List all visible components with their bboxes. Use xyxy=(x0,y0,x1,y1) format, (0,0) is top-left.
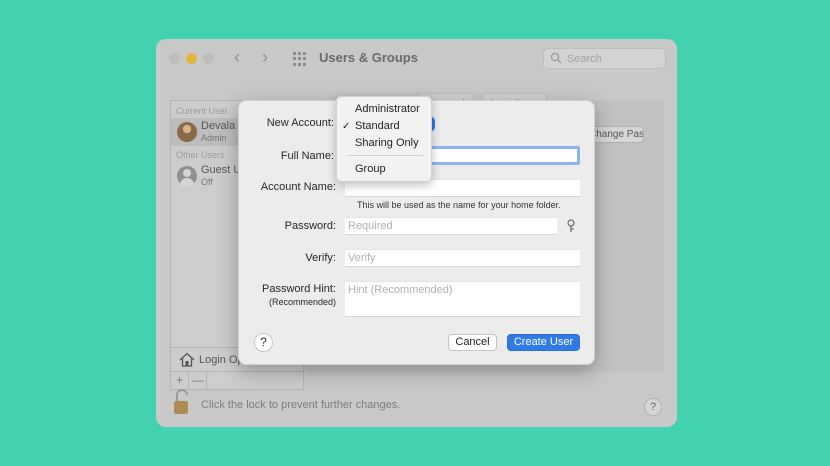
verify-placeholder: Verify xyxy=(348,252,376,264)
search-placeholder: Search xyxy=(567,53,602,65)
other-users-header: Other Users xyxy=(176,150,225,160)
remove-user-button[interactable]: — xyxy=(189,372,207,389)
password-label: Password: xyxy=(284,220,336,232)
zoom-window-button[interactable] xyxy=(203,53,214,64)
add-user-button[interactable]: + xyxy=(171,372,189,389)
house-icon xyxy=(179,352,195,367)
menu-item-group[interactable]: Group xyxy=(355,163,386,175)
back-arrow-icon[interactable]: ‹ xyxy=(234,47,240,68)
account-name-label: Account Name: xyxy=(260,181,336,193)
password-input[interactable]: Required xyxy=(345,217,557,235)
password-hint-placeholder: Hint (Recommended) xyxy=(348,284,453,296)
new-account-label: New Account: xyxy=(266,117,334,129)
checkmark-icon: ✓ xyxy=(342,121,351,132)
full-name-input[interactable] xyxy=(428,146,580,165)
window-help-button[interactable]: ? xyxy=(644,398,662,416)
sheet-help-button[interactable]: ? xyxy=(254,333,273,352)
show-all-grid-icon[interactable] xyxy=(293,52,307,66)
sidebar-controls: + — xyxy=(170,372,304,390)
verify-label: Verify: xyxy=(305,252,336,264)
window-title: Users & Groups xyxy=(319,50,418,65)
search-icon xyxy=(550,52,562,64)
unlocked-padlock-icon[interactable] xyxy=(172,389,192,415)
menu-item-administrator[interactable]: Administrator xyxy=(355,103,420,115)
create-user-button[interactable]: Create User xyxy=(507,334,580,351)
full-name-label: Full Name: xyxy=(280,150,334,162)
user-role: Admin xyxy=(201,133,227,143)
cancel-button[interactable]: Cancel xyxy=(448,334,497,351)
password-hint-input[interactable]: Hint (Recommended) xyxy=(345,281,580,317)
minimize-window-button[interactable] xyxy=(186,53,197,64)
search-field[interactable]: Search xyxy=(543,48,666,69)
menu-item-sharing-only[interactable]: Sharing Only xyxy=(355,137,419,149)
account-name-hint: This will be used as the name for your h… xyxy=(357,200,561,210)
password-hint-label: Password Hint: xyxy=(262,283,336,295)
lock-message: Click the lock to prevent further change… xyxy=(201,399,401,411)
guest-user-status: Off xyxy=(201,177,213,187)
forward-arrow-icon[interactable]: › xyxy=(262,47,268,68)
account-type-menu: Administrator ✓ Standard Sharing Only Gr… xyxy=(336,96,432,182)
menu-item-standard[interactable]: Standard xyxy=(355,120,400,132)
guest-avatar-icon xyxy=(177,166,197,186)
password-hint-sublabel: (Recommended) xyxy=(268,297,336,307)
window-toolbar: ‹ › Users & Groups Search xyxy=(156,39,677,79)
user-avatar xyxy=(177,122,197,142)
close-window-button[interactable] xyxy=(169,53,180,64)
key-icon[interactable] xyxy=(566,219,576,233)
password-placeholder: Required xyxy=(348,220,393,232)
verify-input[interactable]: Verify xyxy=(345,249,580,267)
menu-separator xyxy=(347,155,423,156)
current-user-header: Current User xyxy=(176,106,228,116)
